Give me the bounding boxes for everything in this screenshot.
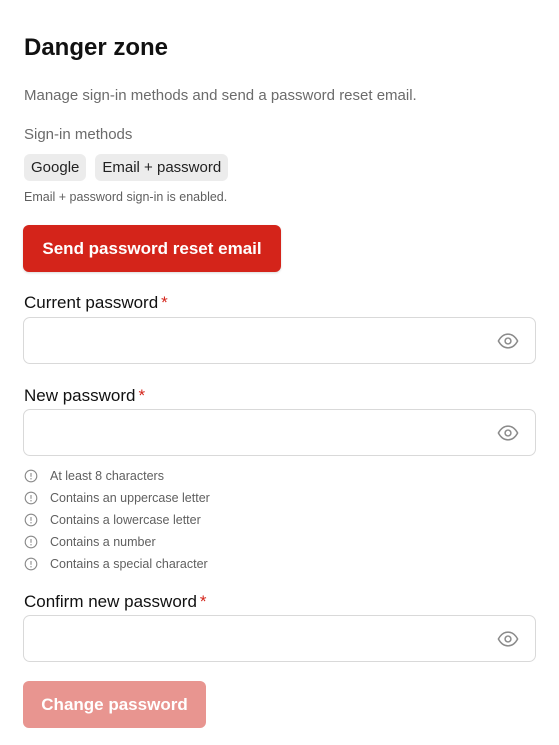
required-mark: * — [199, 592, 207, 611]
new-password-input[interactable] — [24, 410, 484, 455]
requirement-text: At least 8 characters — [50, 469, 164, 483]
info-circle-icon — [24, 557, 38, 571]
signin-method-email-password: Email + password — [95, 154, 229, 181]
requirement-item: Contains a lowercase letter — [24, 509, 210, 531]
requirement-text: Contains a special character — [50, 557, 208, 571]
change-password-button[interactable]: Change password — [23, 681, 206, 728]
password-requirements-list: At least 8 characters Contains an upperc… — [24, 465, 210, 575]
new-password-label-text: New password — [24, 386, 136, 405]
confirm-password-label: Confirm new password * — [24, 592, 207, 612]
signin-methods-list: Google Email + password — [24, 154, 229, 181]
signin-status-text: Email + password sign-in is enabled. — [24, 190, 228, 204]
eye-icon[interactable] — [497, 331, 519, 351]
new-password-label: New password * — [24, 386, 145, 406]
requirement-item: At least 8 characters — [24, 465, 210, 487]
info-circle-icon — [24, 513, 38, 527]
current-password-field — [23, 317, 536, 364]
requirement-text: Contains an uppercase letter — [50, 491, 210, 505]
info-circle-icon — [24, 535, 38, 549]
current-password-label: Current password * — [24, 293, 168, 313]
eye-icon[interactable] — [497, 629, 519, 649]
current-password-label-text: Current password — [24, 293, 159, 312]
info-circle-icon — [24, 491, 38, 505]
requirement-text: Contains a number — [50, 535, 156, 549]
confirm-password-label-text: Confirm new password — [24, 592, 197, 611]
confirm-password-input[interactable] — [24, 616, 484, 661]
required-mark: * — [138, 386, 146, 405]
current-password-input[interactable] — [24, 318, 484, 363]
signin-method-google: Google — [24, 154, 87, 181]
info-circle-icon — [24, 469, 38, 483]
new-password-field — [23, 409, 536, 456]
page-description: Manage sign-in methods and send a passwo… — [24, 87, 417, 104]
requirement-text: Contains a lowercase letter — [50, 513, 201, 527]
signin-methods-label: Sign-in methods — [24, 126, 133, 143]
page-title: Danger zone — [24, 34, 169, 61]
requirement-item: Contains a special character — [24, 553, 210, 575]
eye-icon[interactable] — [497, 423, 519, 443]
confirm-password-field — [23, 615, 536, 662]
requirement-item: Contains an uppercase letter — [24, 487, 210, 509]
requirement-item: Contains a number — [24, 531, 210, 553]
required-mark: * — [161, 293, 168, 312]
send-reset-email-button[interactable]: Send password reset email — [23, 225, 281, 272]
